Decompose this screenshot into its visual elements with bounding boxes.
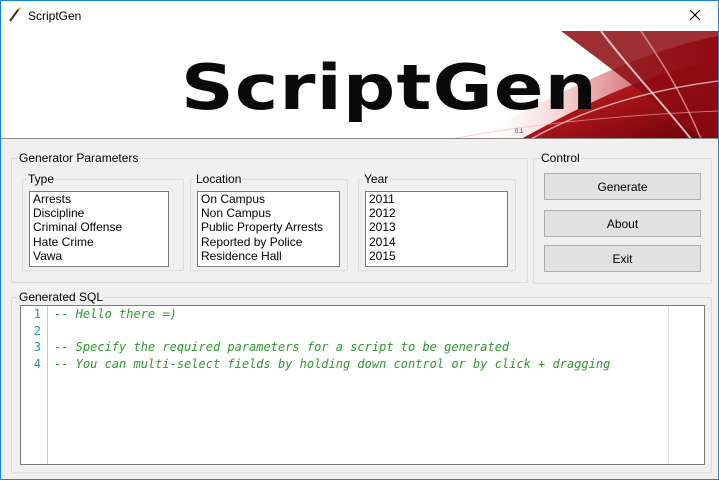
exit-button[interactable]: Exit xyxy=(544,245,701,272)
control-title: Control xyxy=(540,151,581,165)
list-item[interactable]: 2012 xyxy=(366,206,507,220)
list-item[interactable]: Criminal Offense xyxy=(30,220,168,234)
title-bar[interactable]: ScriptGen xyxy=(1,1,718,31)
list-item[interactable]: Arrests xyxy=(30,192,168,206)
code-line: -- You can multi-select fields by holdin… xyxy=(54,356,611,371)
generator-parameters-group: Generator Parameters Type Arrests Discip… xyxy=(11,151,528,283)
list-item[interactable]: Public Property Arrests xyxy=(198,220,339,234)
list-item[interactable]: Discipline xyxy=(30,206,168,220)
about-button[interactable]: About xyxy=(544,210,701,237)
generated-sql-title: Generated SQL xyxy=(18,290,105,304)
line-number: 3 xyxy=(33,340,41,354)
type-title: Type xyxy=(27,172,56,186)
year-group: Year 2011 2012 2013 2014 2015 xyxy=(358,172,516,271)
line-number: 2 xyxy=(33,323,41,338)
app-window: ScriptGen ScriptGen 0.1 Generator Parame… xyxy=(0,0,719,480)
line-number-gutter: 1 2 3 4 xyxy=(21,306,48,464)
wand-icon xyxy=(7,7,23,23)
generator-parameters-title: Generator Parameters xyxy=(18,151,140,165)
app-logo: ScriptGen xyxy=(181,51,598,124)
type-listbox[interactable]: Arrests Discipline Criminal Offense Hate… xyxy=(29,191,169,267)
list-item[interactable]: On Campus xyxy=(198,192,339,206)
code-line: -- Hello there =) xyxy=(54,307,177,321)
line-number: 1 xyxy=(33,307,41,321)
close-icon xyxy=(689,9,701,24)
version-label: 0.1 xyxy=(515,129,524,135)
list-item[interactable]: Vawa xyxy=(30,249,168,263)
generate-button[interactable]: Generate xyxy=(544,173,701,200)
list-item[interactable]: 2011 xyxy=(366,192,507,206)
window-title: ScriptGen xyxy=(28,9,82,23)
list-item[interactable]: Residence Hall xyxy=(198,249,339,263)
sql-editor[interactable]: 1 2 3 4 -- Hello there =) -- Specify the… xyxy=(20,305,705,465)
control-group: Control Generate About Exit xyxy=(533,151,712,284)
location-group: Location On Campus Non Campus Public Pro… xyxy=(190,172,348,271)
type-group: Type Arrests Discipline Criminal Offense… xyxy=(22,172,184,271)
list-item[interactable]: 2013 xyxy=(366,220,507,234)
year-listbox[interactable]: 2011 2012 2013 2014 2015 xyxy=(365,191,508,267)
year-title: Year xyxy=(363,172,390,186)
location-title: Location xyxy=(195,172,243,186)
list-item[interactable]: 2015 xyxy=(366,249,507,263)
location-listbox[interactable]: On Campus Non Campus Public Property Arr… xyxy=(197,191,340,267)
line-number: 4 xyxy=(33,356,41,371)
list-item[interactable]: Hate Crime xyxy=(30,235,168,249)
list-item[interactable]: Reported by Police xyxy=(198,235,339,249)
close-button[interactable] xyxy=(672,1,718,31)
code-area[interactable]: -- Hello there =) -- Specify the require… xyxy=(54,306,667,372)
header-banner: ScriptGen 0.1 xyxy=(1,31,718,139)
code-line: -- Specify the required parameters for a… xyxy=(54,340,510,354)
vertical-scrollbar[interactable] xyxy=(668,306,704,464)
list-item[interactable]: Non Campus xyxy=(198,206,339,220)
list-item[interactable]: 2014 xyxy=(366,235,507,249)
